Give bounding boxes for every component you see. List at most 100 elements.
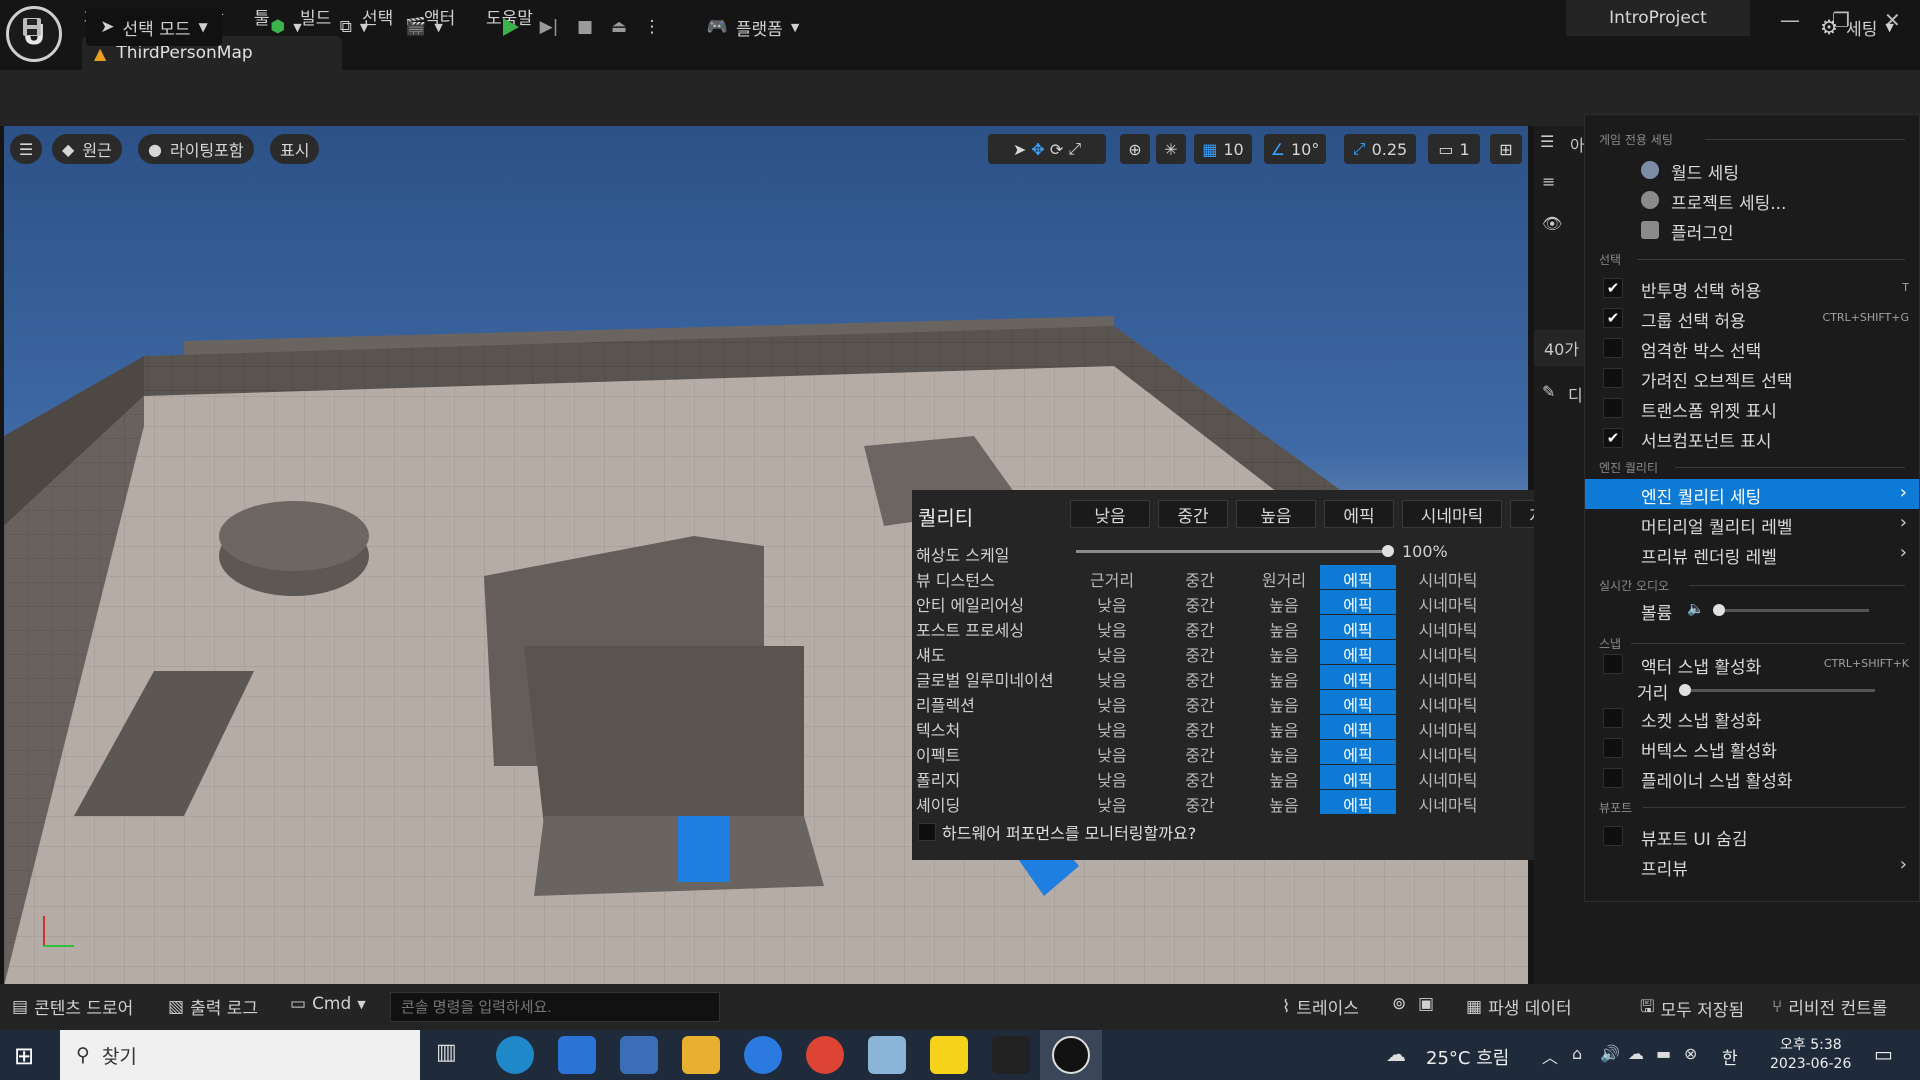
opt-strict-box-select[interactable]: 엄격한 박스 선택 (1585, 333, 1919, 363)
menu-project-settings[interactable]: 프로젝트 세팅... (1585, 185, 1919, 215)
quality-option-high[interactable]: 높음 (1242, 792, 1326, 816)
quality-option-high[interactable]: 높음 (1242, 642, 1326, 666)
screenshot-icon[interactable]: ▣ (1418, 994, 1434, 1014)
menu-plugins[interactable]: 플러그인 (1585, 215, 1919, 245)
epic-games-icon[interactable] (992, 1036, 1030, 1074)
kakaotalk-icon[interactable] (930, 1036, 968, 1074)
output-log-button[interactable]: ▧ 출력 로그 (168, 994, 258, 1020)
minimize-icon[interactable]: — (1780, 8, 1800, 32)
battery-icon[interactable]: ▬ (1656, 1044, 1671, 1063)
transform-widget-checkbox[interactable] (1603, 398, 1623, 418)
opt-subcomponents[interactable]: ✔ 서브컴포넌트 표시 (1585, 423, 1919, 453)
resolution-slider-thumb[interactable] (1382, 545, 1394, 557)
snap-distance-thumb[interactable] (1679, 684, 1691, 696)
quality-option-cinematic[interactable]: 시네마틱 (1406, 667, 1490, 691)
quality-option-low[interactable]: 낮음 (1070, 667, 1154, 691)
rotate-tool-icon[interactable]: ⟳ (1050, 140, 1063, 159)
play-options-button[interactable]: ⋮ (642, 8, 662, 46)
derived-data-button[interactable]: ▦ 파생 데이터 (1466, 994, 1572, 1020)
perspective-button[interactable]: ◆ 원근 (52, 134, 122, 164)
ime-indicator[interactable]: 한 (1722, 1044, 1738, 1069)
opt-socket-snap[interactable]: 소켓 스냅 활성화 (1585, 703, 1919, 733)
planar-snap-checkbox[interactable] (1603, 768, 1623, 788)
occluded-checkbox[interactable] (1603, 368, 1623, 388)
menu-material-quality[interactable]: 머티리얼 퀄리티 레벨 › (1585, 509, 1919, 539)
outliner-icon[interactable]: ☰ (1540, 132, 1554, 151)
quality-option-low[interactable]: 낮음 (1070, 792, 1154, 816)
opt-hide-viewport-ui[interactable]: 뷰포트 UI 숨김 (1585, 821, 1919, 851)
snap-distance-slider[interactable] (1679, 684, 1875, 696)
volume-slider[interactable] (1713, 604, 1869, 616)
clock-date[interactable]: 2023-06-26 (1770, 1056, 1851, 1072)
view-distance-cinematic[interactable]: 시네마틱 (1406, 567, 1490, 591)
play-button[interactable] (492, 8, 528, 46)
quality-option-high[interactable]: 높음 (1242, 742, 1326, 766)
quality-option-low[interactable]: 낮음 (1070, 642, 1154, 666)
quality-option-medium[interactable]: 중간 (1158, 667, 1242, 691)
quality-option-low[interactable]: 낮음 (1070, 742, 1154, 766)
view-distance-near[interactable]: 근거리 (1070, 567, 1154, 591)
quality-option-medium[interactable]: 중간 (1158, 767, 1242, 791)
opt-occluded-select[interactable]: 가려진 오브젝트 선택 (1585, 363, 1919, 393)
record-icon[interactable]: ⊚ (1392, 994, 1406, 1014)
blueprint-button[interactable]: ⧉ ▼ (330, 8, 378, 46)
onedrive-icon[interactable]: ☁ (1628, 1044, 1644, 1063)
scale-tool-icon[interactable]: ⤢ (1068, 139, 1081, 159)
monitor-checkbox[interactable] (918, 823, 936, 841)
quality-option-medium[interactable]: 중간 (1158, 692, 1242, 716)
quality-option-high[interactable]: 높음 (1242, 767, 1326, 791)
socket-snap-checkbox[interactable] (1603, 708, 1623, 728)
lighting-button[interactable]: ● 라이팅포함 (138, 134, 254, 164)
quality-option-medium[interactable]: 중간 (1158, 717, 1242, 741)
weather-text[interactable]: 25°C 흐림 (1426, 1044, 1509, 1070)
resolution-slider[interactable] (1076, 545, 1394, 557)
quality-option-low[interactable]: 낮음 (1070, 592, 1154, 616)
chrome-icon[interactable] (806, 1036, 844, 1074)
save-icon[interactable] (14, 8, 50, 46)
quality-option-cinematic[interactable]: 시네마틱 (1406, 642, 1490, 666)
opt-transform-widget[interactable]: 트랜스폼 위젯 표시 (1585, 393, 1919, 423)
quality-option-low[interactable]: 낮음 (1070, 617, 1154, 641)
menu-preview-rendering[interactable]: 프리뷰 렌더링 레벨 › (1585, 539, 1919, 569)
hide-ui-checkbox[interactable] (1603, 826, 1623, 846)
camera-speed-button[interactable]: ▭ 1 (1428, 134, 1480, 164)
eye-icon[interactable]: 👁 (1542, 214, 1562, 233)
opt-vertex-snap[interactable]: 버텍스 스냅 활성화 (1585, 733, 1919, 763)
quality-option-low[interactable]: 낮음 (1070, 692, 1154, 716)
subcomponents-checkbox[interactable]: ✔ (1603, 428, 1623, 448)
world-local-toggle[interactable]: ⊕ (1120, 134, 1150, 164)
clock-time[interactable]: 오후 5:38 (1780, 1034, 1842, 1054)
quality-option-high[interactable]: 높음 (1242, 667, 1326, 691)
add-actor-button[interactable]: ⬢ ▼ (262, 8, 310, 46)
select-tool-icon[interactable]: ➤ (1013, 140, 1026, 159)
rotation-snap-button[interactable]: ∠ 10° (1264, 134, 1326, 164)
eject-button[interactable]: ⏏ (604, 8, 634, 46)
vertex-snap-checkbox[interactable] (1603, 738, 1623, 758)
speaker-muted-icon[interactable]: 🔈 (1687, 601, 1704, 617)
file-explorer-icon[interactable] (682, 1036, 720, 1074)
move-tool-icon[interactable]: ✥ (1031, 140, 1044, 159)
quality-option-cinematic[interactable]: 시네마틱 (1406, 742, 1490, 766)
show-button[interactable]: 표시 (270, 134, 320, 164)
quality-option-medium[interactable]: 중간 (1158, 792, 1242, 816)
quality-option-high[interactable]: 높음 (1242, 617, 1326, 641)
content-drawer-button[interactable]: ▤ 콘텐츠 드로어 (12, 994, 133, 1020)
opt-planar-snap[interactable]: 플레이너 스냅 활성화 (1585, 763, 1919, 793)
quality-option-epic[interactable]: 에픽 (1320, 690, 1396, 715)
settings-button[interactable]: ⚙ 세팅 ▼ (1810, 8, 1904, 46)
quality-option-high[interactable]: 높음 (1242, 592, 1326, 616)
store-icon[interactable] (620, 1036, 658, 1074)
console-input[interactable] (390, 992, 720, 1022)
close-circle-icon[interactable]: ⊗ (1684, 1044, 1697, 1063)
grid-snap-button[interactable]: ▦ 10 (1194, 134, 1252, 164)
volume-slider-thumb[interactable] (1713, 604, 1725, 616)
quality-option-cinematic[interactable]: 시네마틱 (1406, 767, 1490, 791)
quality-option-epic[interactable]: 에픽 (1320, 765, 1396, 790)
view-distance-medium[interactable]: 중간 (1158, 567, 1242, 591)
cmd-dropdown[interactable]: ▭ Cmd ▼ (290, 994, 366, 1014)
quality-option-low[interactable]: 낮음 (1070, 767, 1154, 791)
notes-icon[interactable] (868, 1036, 906, 1074)
revision-control-button[interactable]: ⑂ 리비전 컨트롤 (1772, 994, 1887, 1020)
preset-cinematic[interactable]: 시네마틱 (1402, 500, 1502, 528)
menu-world-settings[interactable]: 월드 세팅 (1585, 155, 1919, 185)
